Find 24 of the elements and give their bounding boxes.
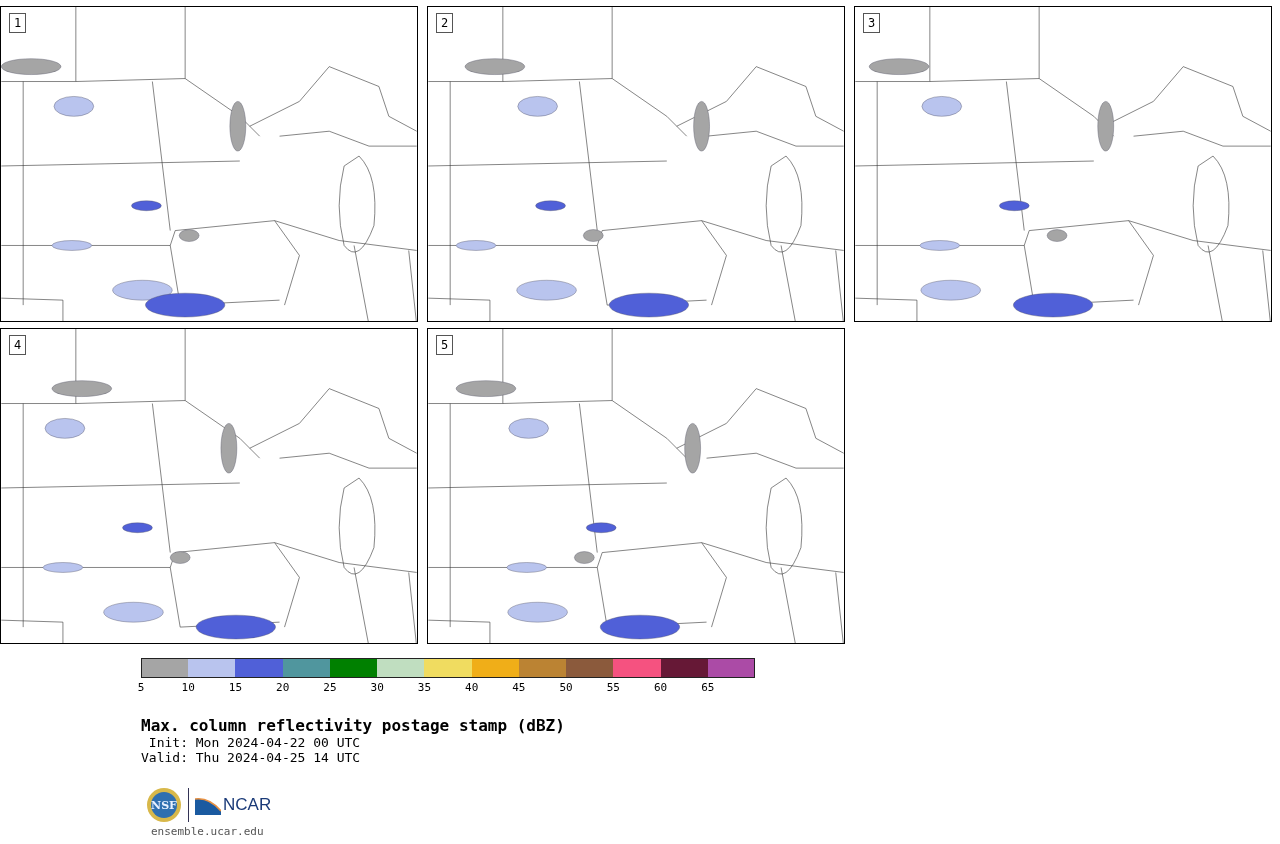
tick-label: 45 [512, 682, 526, 694]
website-url: ensemble.ucar.edu [151, 825, 265, 838]
tick-label: 55 [606, 682, 620, 694]
tick-label: 30 [370, 682, 384, 694]
init-time: Init: Mon 2024-04-22 00 UTC [147, 735, 362, 750]
tick-label: 20 [276, 682, 290, 694]
chart-title: Max. column reflectivity postage stamp (dBZ) [141, 716, 566, 735]
tick-label: 25 [323, 682, 337, 694]
tick-label: 35 [417, 682, 432, 694]
panel-number: 1 [9, 13, 27, 33]
valid-time: Valid: Thu 2024-04-25 14 UTC [141, 750, 362, 765]
tick-label: 15 [228, 682, 243, 694]
nsf-logo: NSF [146, 787, 182, 823]
tick-label: 10 [181, 682, 195, 694]
tick-label: 40 [465, 682, 479, 694]
ncar-logo: NCAR [195, 795, 272, 815]
panel-number: 3 [863, 13, 881, 33]
tick-label: 50 [559, 682, 573, 694]
tick-label: 65 [701, 682, 715, 694]
panel-number: 5 [436, 335, 454, 355]
tick-label: 60 [653, 682, 668, 694]
panel-number: 4 [9, 335, 27, 355]
panel-number: 2 [436, 13, 454, 33]
tick-label: 5 [137, 682, 145, 694]
